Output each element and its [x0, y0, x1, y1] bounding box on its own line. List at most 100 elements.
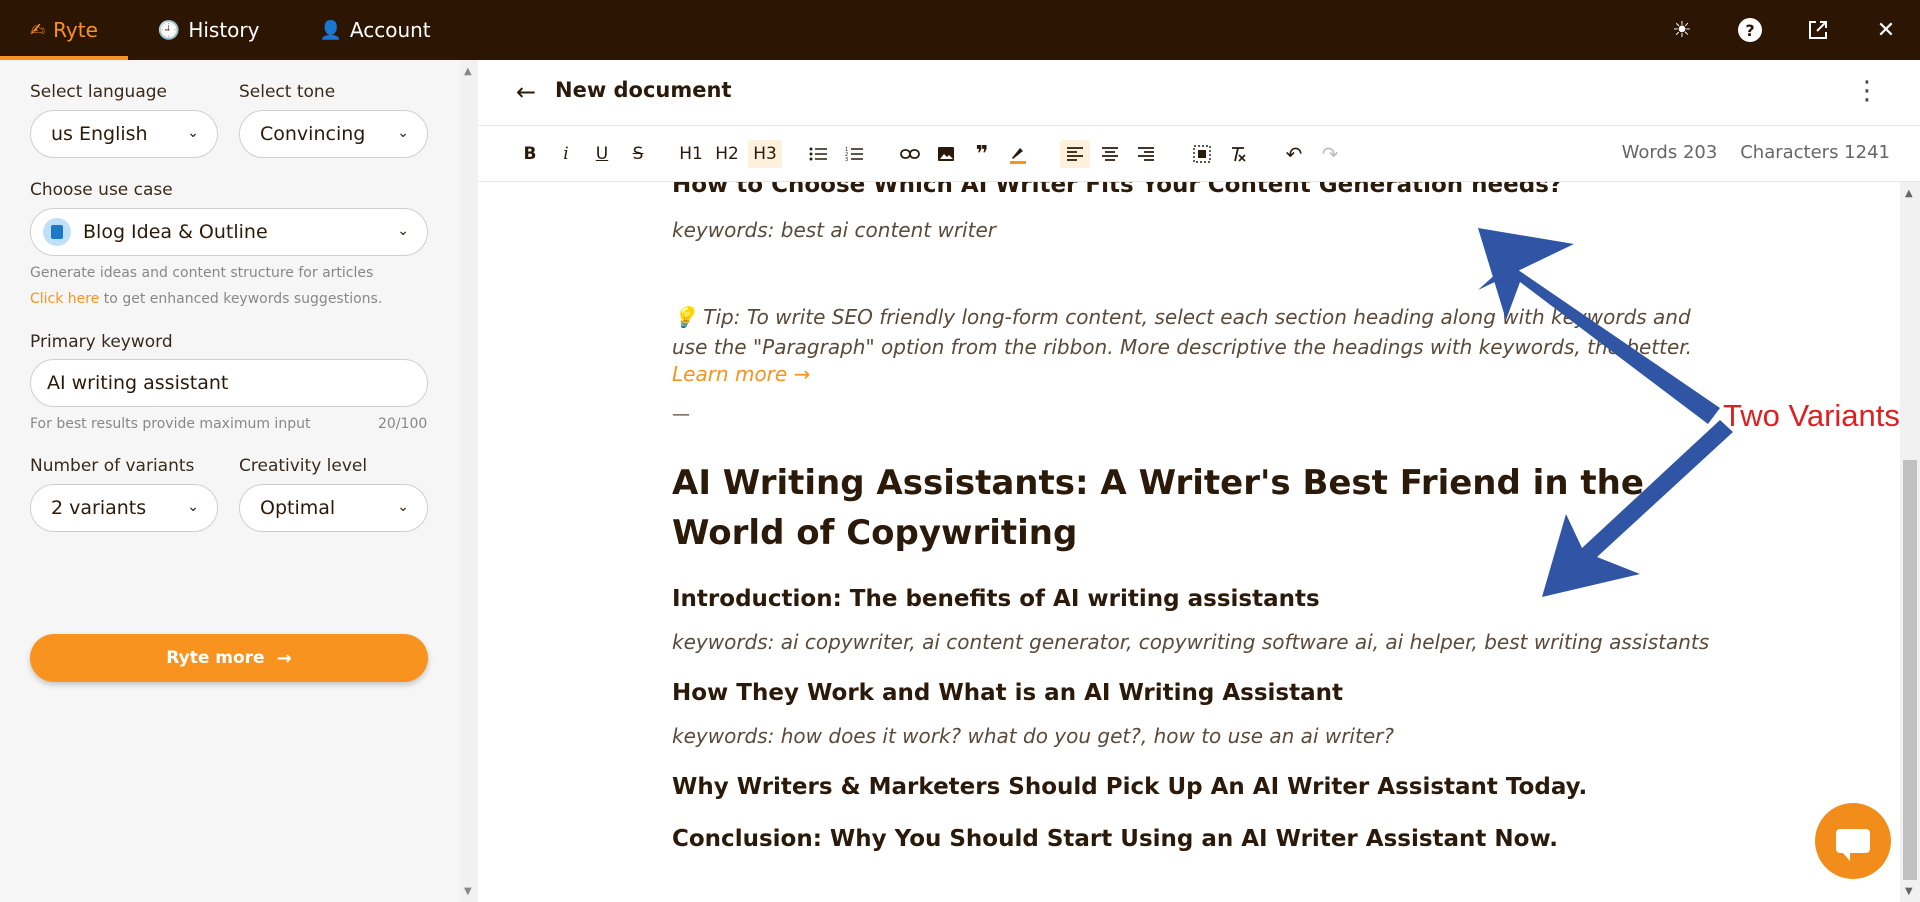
- image-icon[interactable]: [934, 140, 958, 168]
- keyword-help: For best results provide maximum input: [30, 416, 311, 432]
- top-nav-bar: ✍ Ryte 🕘 History 👤 Account ☀ ? ✕: [0, 0, 1920, 60]
- external-link-icon[interactable]: [1784, 0, 1852, 60]
- sun-icon[interactable]: ☀: [1648, 0, 1716, 60]
- highlight-pen-icon[interactable]: [1006, 140, 1030, 168]
- ryte-more-label: Ryte more: [166, 648, 265, 668]
- svg-text:3: 3: [845, 157, 848, 162]
- tab-history-label: History: [188, 18, 260, 42]
- top-right-icons: ☀ ? ✕: [1648, 0, 1920, 60]
- chevron-down-icon: ⌄: [397, 223, 409, 239]
- undo-icon[interactable]: ↶: [1282, 140, 1306, 168]
- keyword-suggestion-hint: Click here to get enhanced keywords sugg…: [30, 291, 382, 307]
- settings-sidebar: Select language us English ⌄ Select tone…: [0, 60, 460, 902]
- section-heading: How They Work and What is an AI Writing …: [672, 680, 1343, 706]
- language-select[interactable]: us English ⌄: [30, 110, 218, 158]
- tip-paragraph: 💡 Tip: To write SEO friendly long-form c…: [672, 302, 1702, 362]
- tab-account[interactable]: 👤 Account: [289, 0, 460, 60]
- scrollbar-thumb[interactable]: [1903, 460, 1917, 880]
- chevron-down-icon: ⌄: [187, 499, 199, 515]
- variants-select[interactable]: 2 variants ⌄: [30, 484, 218, 532]
- variants-value: 2 variants: [51, 497, 147, 519]
- align-center-icon[interactable]: [1098, 140, 1122, 168]
- creativity-value: Optimal: [260, 497, 336, 519]
- editor-scrollbar[interactable]: ▲ ▼: [1900, 182, 1920, 902]
- ryte-more-button[interactable]: Ryte more →: [30, 634, 428, 682]
- editor-toolbar: B i U S H1 H2 H3 123 ❞ ↶ ↷ Words 203 Cha…: [478, 126, 1920, 182]
- tab-account-label: Account: [349, 18, 431, 42]
- numbered-list-icon[interactable]: 123: [842, 140, 866, 168]
- separator: —: [672, 404, 690, 425]
- usecase-hint: Generate ideas and content structure for…: [30, 265, 374, 281]
- document-icon: [43, 218, 71, 246]
- scroll-down-icon[interactable]: ▼: [464, 886, 472, 897]
- sidebar-scrollbar[interactable]: ▲ ▼: [460, 60, 478, 902]
- quill-icon: ✍: [30, 19, 46, 41]
- redo-icon[interactable]: ↷: [1318, 140, 1342, 168]
- section-keywords: keywords: how does it work? what do you …: [672, 724, 1394, 748]
- more-options-icon[interactable]: ⋮: [1854, 76, 1880, 106]
- tone-value: Convincing: [260, 123, 366, 145]
- align-left-icon[interactable]: [1060, 140, 1090, 168]
- document-title: New document: [555, 78, 732, 102]
- quote-icon[interactable]: ❞: [970, 140, 994, 168]
- keyword-hint-rest: to get enhanced keywords suggestions.: [99, 291, 383, 307]
- chat-icon: [1836, 829, 1870, 861]
- primary-keyword-value: AI writing assistant: [47, 372, 229, 394]
- section-keywords: keywords: ai copywriter, ai content gene…: [672, 630, 1710, 654]
- clear-format-icon[interactable]: [1226, 140, 1250, 168]
- section-heading: Conclusion: Why You Should Start Using a…: [672, 826, 1558, 852]
- help-icon[interactable]: ?: [1716, 0, 1784, 60]
- click-here-link[interactable]: Click here: [30, 291, 99, 307]
- h3-button[interactable]: H3: [748, 140, 782, 168]
- close-icon[interactable]: ✕: [1852, 0, 1920, 60]
- chevron-down-icon: ⌄: [397, 499, 409, 515]
- underline-button[interactable]: U: [590, 140, 614, 168]
- usecase-label: Choose use case: [30, 180, 173, 200]
- align-right-icon[interactable]: [1134, 140, 1158, 168]
- scroll-down-icon[interactable]: ▼: [1905, 886, 1913, 897]
- h2-button[interactable]: H2: [712, 140, 742, 168]
- select-all-icon[interactable]: [1190, 140, 1214, 168]
- usecase-value: Blog Idea & Outline: [83, 221, 268, 243]
- tab-ryte-label: Ryte: [53, 18, 98, 42]
- annotation-label: Two Variants: [1723, 398, 1900, 433]
- primary-keyword-input[interactable]: AI writing assistant: [30, 359, 428, 407]
- document-header: ← New document ⋮: [478, 60, 1920, 126]
- primary-keyword-label: Primary keyword: [30, 332, 173, 352]
- italic-button[interactable]: i: [554, 140, 578, 168]
- word-count: Words 203: [1621, 142, 1718, 163]
- back-arrow-icon[interactable]: ←: [516, 78, 536, 106]
- user-icon: 👤: [319, 19, 342, 41]
- creativity-label: Creativity level: [239, 456, 368, 476]
- section-keywords: keywords: best ai content writer: [672, 218, 996, 242]
- bullet-list-icon[interactable]: [806, 140, 830, 168]
- scroll-up-icon[interactable]: ▲: [1905, 188, 1913, 199]
- history-icon: 🕘: [157, 19, 181, 41]
- chat-button[interactable]: [1815, 803, 1891, 879]
- tone-label: Select tone: [239, 82, 336, 102]
- scroll-up-icon[interactable]: ▲: [464, 66, 472, 77]
- lightbulb-icon: 💡: [672, 305, 697, 329]
- character-count: Characters 1241: [1740, 142, 1890, 163]
- tip-text: Tip: To write SEO friendly long-form con…: [672, 305, 1692, 359]
- creativity-select[interactable]: Optimal ⌄: [239, 484, 428, 532]
- learn-more-link[interactable]: Learn more →: [672, 362, 810, 386]
- h1-button[interactable]: H1: [676, 140, 706, 168]
- strikethrough-button[interactable]: S: [626, 140, 650, 168]
- variants-label: Number of variants: [30, 456, 195, 476]
- bold-button[interactable]: B: [518, 140, 542, 168]
- document-h1: AI Writing Assistants: A Writer's Best F…: [672, 463, 1644, 553]
- link-icon[interactable]: [898, 140, 922, 168]
- language-label: Select language: [30, 82, 167, 102]
- keyword-count: 20/100: [378, 416, 428, 432]
- document-editor[interactable]: How to Choose Which AI Writer Fits Your …: [478, 182, 1900, 902]
- tab-history[interactable]: 🕘 History: [128, 0, 290, 60]
- language-value: us English: [51, 123, 148, 145]
- section-heading: Why Writers & Marketers Should Pick Up A…: [672, 774, 1588, 800]
- tone-select[interactable]: Convincing ⌄: [239, 110, 428, 158]
- chevron-down-icon: ⌄: [187, 125, 199, 141]
- tab-ryte[interactable]: ✍ Ryte: [0, 0, 128, 60]
- section-heading: Introduction: The benefits of AI writing…: [672, 586, 1320, 612]
- usecase-select[interactable]: Blog Idea & Outline ⌄: [30, 208, 428, 256]
- chevron-down-icon: ⌄: [397, 125, 409, 141]
